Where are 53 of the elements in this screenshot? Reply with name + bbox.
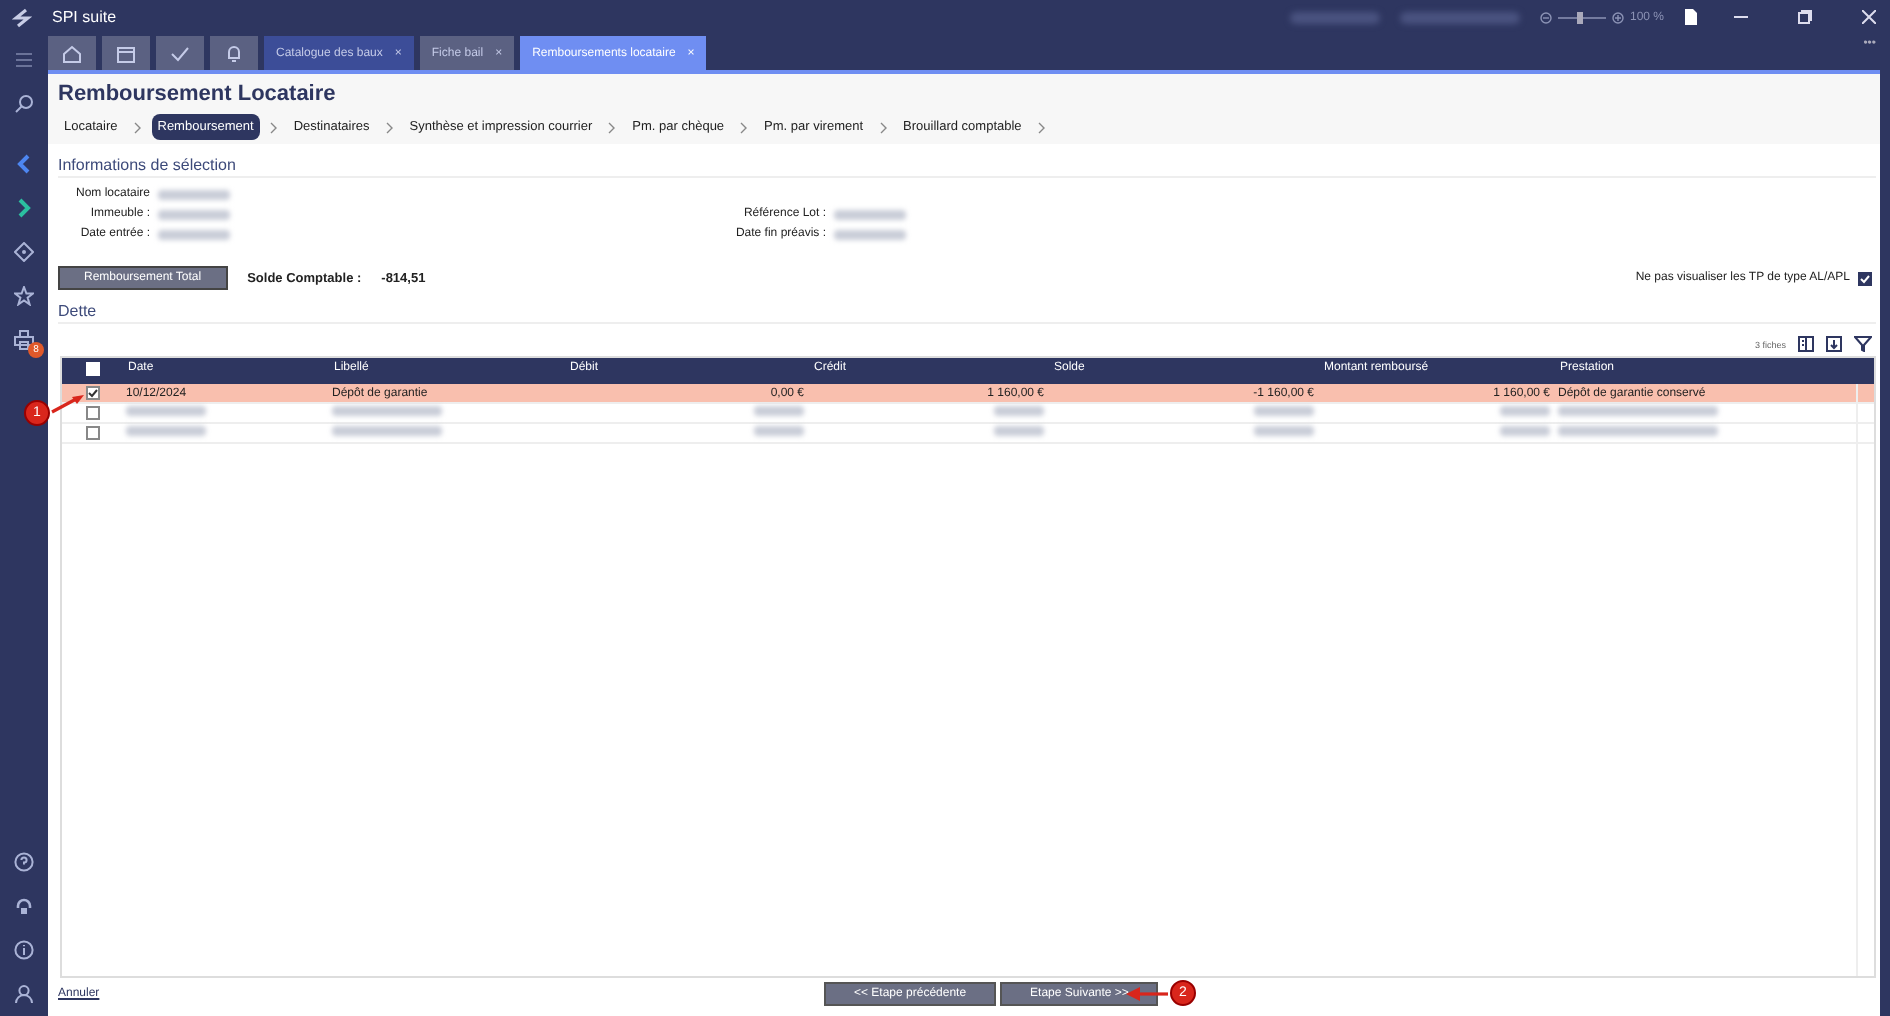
calendar-icon: [116, 43, 136, 63]
star-icon[interactable]: [14, 286, 34, 306]
printer-icon[interactable]: [14, 330, 34, 350]
logo-icon: [12, 7, 32, 27]
chevron-icon: [269, 121, 278, 133]
menu-icon[interactable]: [14, 50, 34, 70]
select-all-checkbox[interactable]: [85, 361, 99, 375]
search-icon[interactable]: [14, 94, 34, 114]
arrow-icon: [1126, 985, 1170, 1001]
window-title: SPI suite: [52, 8, 117, 26]
checkbox[interactable]: [1858, 271, 1872, 285]
tab[interactable]: [210, 36, 258, 70]
help-icon[interactable]: [14, 852, 34, 872]
chevron-left-icon[interactable]: [14, 154, 34, 174]
chevron-icon: [133, 121, 142, 133]
restore-icon[interactable]: [1797, 10, 1811, 24]
user-icon[interactable]: [14, 984, 34, 1004]
redacted-value: [1289, 11, 1380, 23]
export-icon[interactable]: [1826, 336, 1842, 352]
chevron-icon: [879, 121, 888, 133]
check-icon: [170, 43, 190, 63]
chevron-icon: [385, 121, 394, 133]
zoom-slider[interactable]: [1557, 11, 1606, 23]
zoom-in-icon[interactable]: [1611, 11, 1624, 23]
chevron-icon: [1037, 121, 1046, 133]
columns-icon[interactable]: [1798, 336, 1814, 352]
minimize-icon[interactable]: [1733, 10, 1747, 24]
checkbox[interactable]: [85, 426, 99, 440]
checkbox[interactable]: [85, 406, 99, 420]
tab[interactable]: [102, 36, 150, 70]
tab[interactable]: [156, 36, 204, 70]
close-icon[interactable]: [1861, 10, 1875, 24]
redacted-value: [1399, 11, 1520, 23]
section-title: Dette: [58, 290, 1876, 324]
chevron-right-icon[interactable]: [14, 198, 34, 218]
headset-icon[interactable]: [14, 896, 34, 916]
checkbox[interactable]: [85, 386, 99, 400]
arrow-icon: [50, 391, 86, 415]
page-title: Remboursement Locataire: [58, 82, 338, 106]
zoom-out-icon[interactable]: [1539, 11, 1552, 23]
chevron-icon: [608, 121, 617, 133]
check-icon: [1860, 273, 1870, 283]
home-icon: [62, 43, 82, 63]
document-icon[interactable]: [1684, 8, 1698, 26]
diamond-icon[interactable]: [14, 242, 34, 262]
check-icon: [87, 388, 97, 398]
chevron-icon: [740, 121, 749, 133]
section-title: Informations de sélection: [58, 144, 1876, 178]
tab[interactable]: [48, 36, 96, 70]
filter-icon[interactable]: [1854, 336, 1872, 352]
info-icon[interactable]: [14, 940, 34, 960]
slider-thumb[interactable]: [1576, 11, 1583, 23]
bell-icon: [224, 43, 244, 63]
